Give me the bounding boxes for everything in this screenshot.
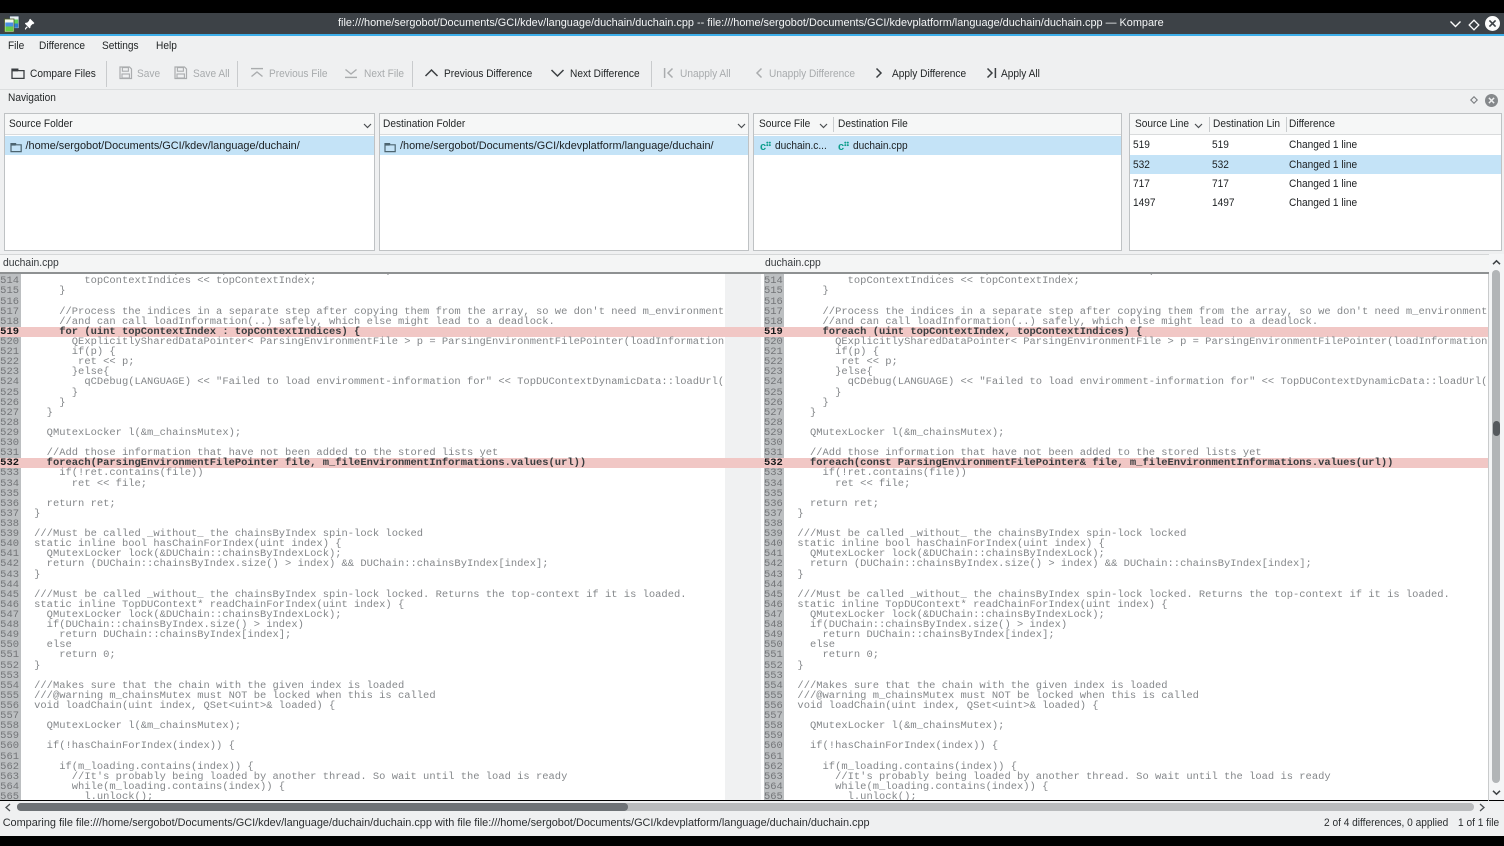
svg-text:c: c bbox=[760, 141, 766, 152]
svg-text:c: c bbox=[838, 141, 844, 152]
